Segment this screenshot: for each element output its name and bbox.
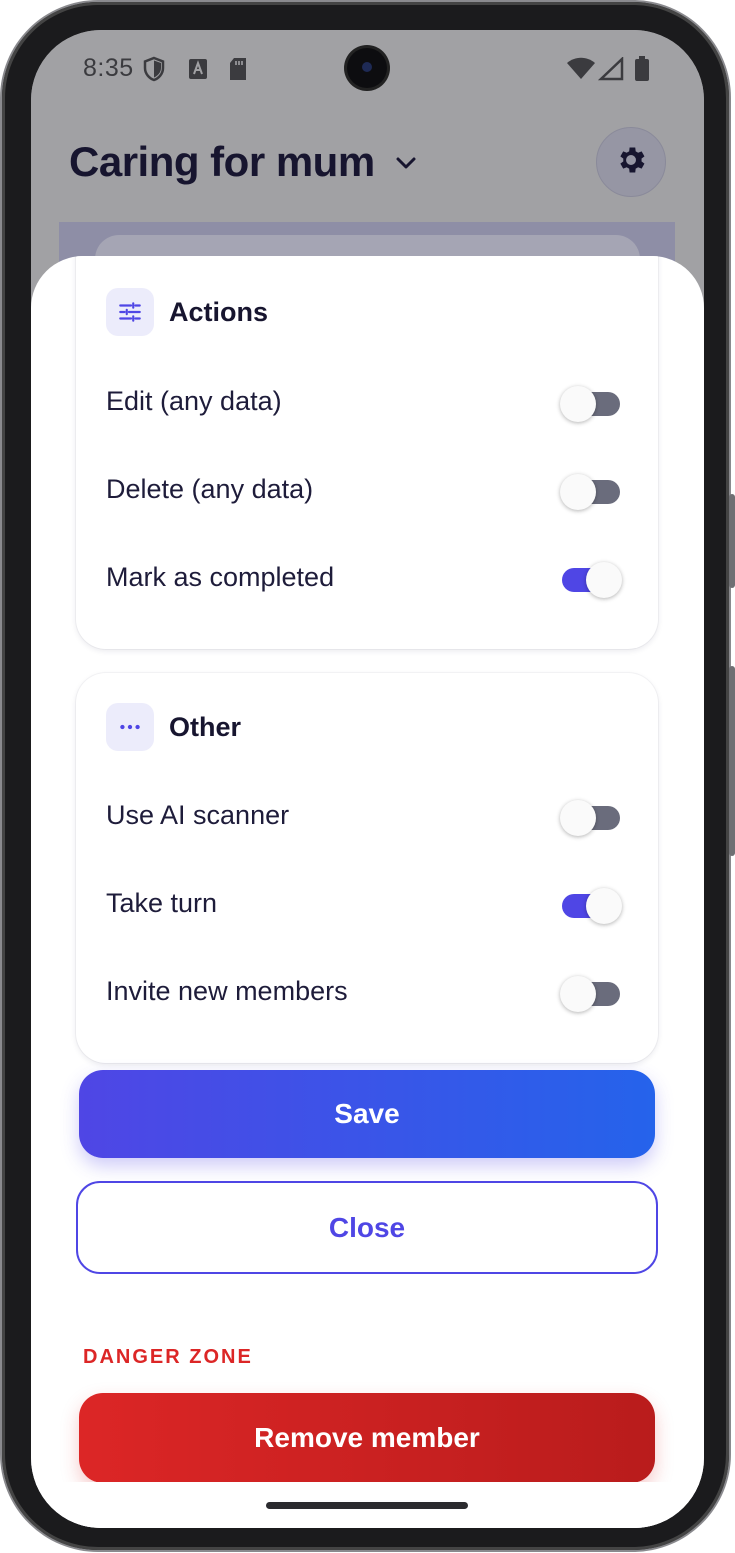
shield-icon [143,56,165,82]
permission-label: Use AI scanner [106,800,290,830]
actions-card: Actions Edit (any data) Delete (any data… [76,256,658,649]
other-card-header: Other [106,703,241,751]
close-button[interactable]: Close [76,1181,658,1274]
wifi-icon [566,56,596,82]
sliders-icon [106,288,154,336]
status-bar: 8:35 [31,30,704,108]
home-indicator[interactable] [266,1502,468,1509]
remove-member-button[interactable]: Remove member [79,1393,655,1483]
volume-button [729,666,735,856]
permission-row[interactable]: Invite new members [106,962,628,1022]
permission-row[interactable]: Edit (any data) [106,372,628,432]
page-title[interactable]: Caring for mum [69,138,375,186]
front-camera [347,48,387,88]
permission-label: Mark as completed [106,562,335,592]
permission-row[interactable]: Take turn [106,874,628,934]
permission-label: Take turn [106,888,218,918]
edit-any-data-toggle[interactable] [560,386,622,422]
actions-card-title: Actions [169,296,269,327]
phone-frame: 8:35 Caring for mum Actions Edit (any da… [2,2,735,1550]
take-turn-toggle[interactable] [560,888,622,924]
invite-new-members-toggle[interactable] [560,976,622,1012]
gear-icon [614,143,648,182]
bottom-sheet: Actions Edit (any data) Delete (any data… [31,256,704,1528]
screen: 8:35 Caring for mum Actions Edit (any da… [31,30,704,1528]
other-card: Other Use AI scanner Take turn Invite ne… [76,673,658,1063]
more-horizontal-icon [106,703,154,751]
permission-label: Delete (any data) [106,474,314,504]
danger-zone-label: DANGER ZONE [83,1346,253,1368]
save-button[interactable]: Save [79,1070,655,1158]
a-badge-icon [188,56,208,82]
permission-label: Invite new members [106,976,348,1006]
status-time: 8:35 [83,54,134,82]
signal-icon [598,56,624,82]
settings-button[interactable] [596,127,666,197]
actions-card-header: Actions [106,288,268,336]
sd-card-icon [228,56,248,82]
power-button [729,494,735,588]
other-card-title: Other [169,711,242,742]
permission-row[interactable]: Use AI scanner [106,786,628,846]
permission-row[interactable]: Delete (any data) [106,460,628,520]
use-ai-scanner-toggle[interactable] [560,800,622,836]
app-header: Caring for mum [31,120,704,220]
mark-as-completed-toggle[interactable] [560,562,622,598]
permission-row[interactable]: Mark as completed [106,548,628,608]
delete-any-data-toggle[interactable] [560,474,622,510]
chevron-down-icon[interactable] [393,150,419,176]
battery-icon [634,56,650,82]
permission-label: Edit (any data) [106,386,282,416]
